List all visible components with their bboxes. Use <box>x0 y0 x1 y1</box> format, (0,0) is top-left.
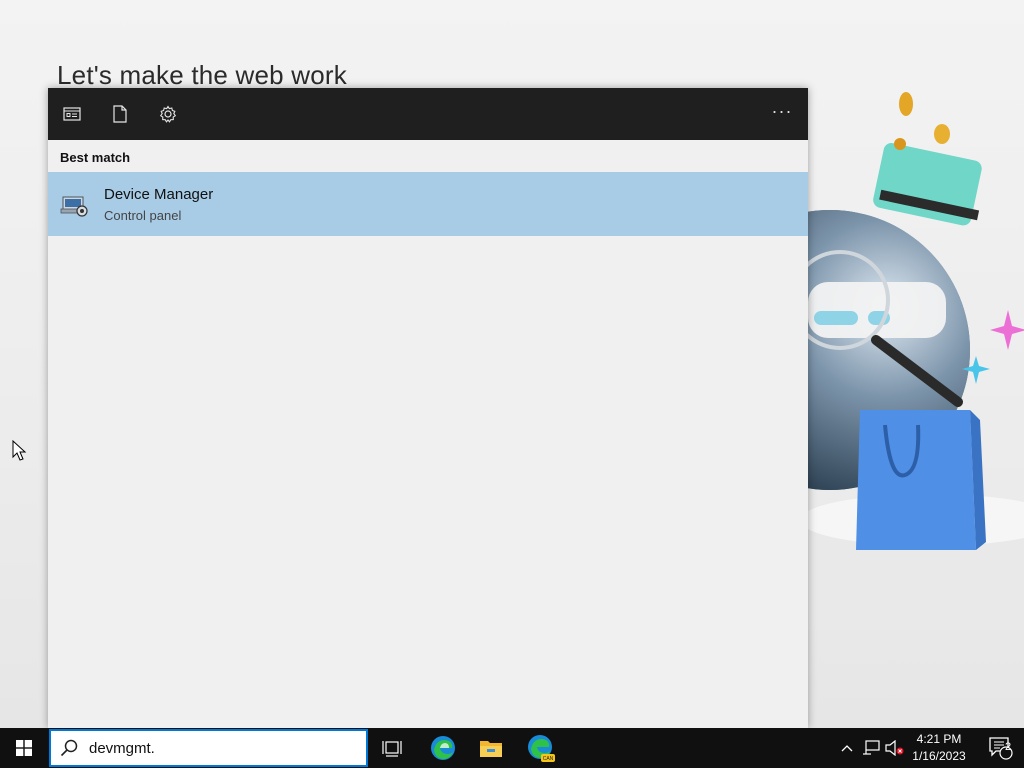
result-device-manager[interactable]: Device Manager Control panel <box>48 172 808 236</box>
edge-icon <box>431 736 455 760</box>
search-filter-toolbar: ··· <box>48 88 808 140</box>
svg-text:CAN: CAN <box>543 756 554 762</box>
result-subtitle: Control panel <box>104 207 182 223</box>
start-button[interactable] <box>0 728 48 768</box>
result-title: Device Manager <box>104 185 214 203</box>
page-heading: Let's make the web work <box>57 60 347 90</box>
network-icon <box>863 740 880 755</box>
clock-time: 4:21 PM <box>916 732 962 746</box>
settings-icon[interactable] <box>156 102 180 126</box>
taskbar-search-box[interactable] <box>49 729 368 767</box>
clock-date: 1/16/2023 <box>912 749 966 763</box>
action-center-button[interactable]: 2 <box>978 728 1024 768</box>
promo-illustration <box>800 92 1024 630</box>
mouse-cursor-icon <box>12 440 27 461</box>
documents-icon[interactable] <box>108 102 132 126</box>
edge-canary-icon: CAN <box>528 735 555 762</box>
search-icon <box>60 739 78 757</box>
device-manager-icon <box>60 196 88 217</box>
apps-icon[interactable] <box>60 102 84 126</box>
task-view-icon <box>382 741 402 757</box>
network-tray-button[interactable] <box>860 728 882 768</box>
chevron-up-icon <box>841 745 853 752</box>
system-clock[interactable]: 4:21 PM 1/16/2023 <box>900 731 978 765</box>
search-results-panel: ··· Best match Device Manager Control pa… <box>48 88 808 728</box>
windows-logo-icon <box>16 740 32 756</box>
edge-canary-button[interactable]: CAN <box>517 728 565 768</box>
search-input[interactable] <box>89 739 349 757</box>
taskbar: CAN 4:21 PM 1/16/2023 2 <box>0 728 1024 768</box>
task-view-button[interactable] <box>368 728 416 768</box>
file-explorer-icon <box>480 741 502 757</box>
show-hidden-icons-button[interactable] <box>836 728 858 768</box>
best-match-heading: Best match <box>60 150 131 165</box>
file-explorer-button[interactable] <box>467 728 515 768</box>
notification-count-badge: 2 <box>1004 741 1012 753</box>
edge-button[interactable] <box>419 728 467 768</box>
more-options-button[interactable]: ··· <box>770 102 794 126</box>
